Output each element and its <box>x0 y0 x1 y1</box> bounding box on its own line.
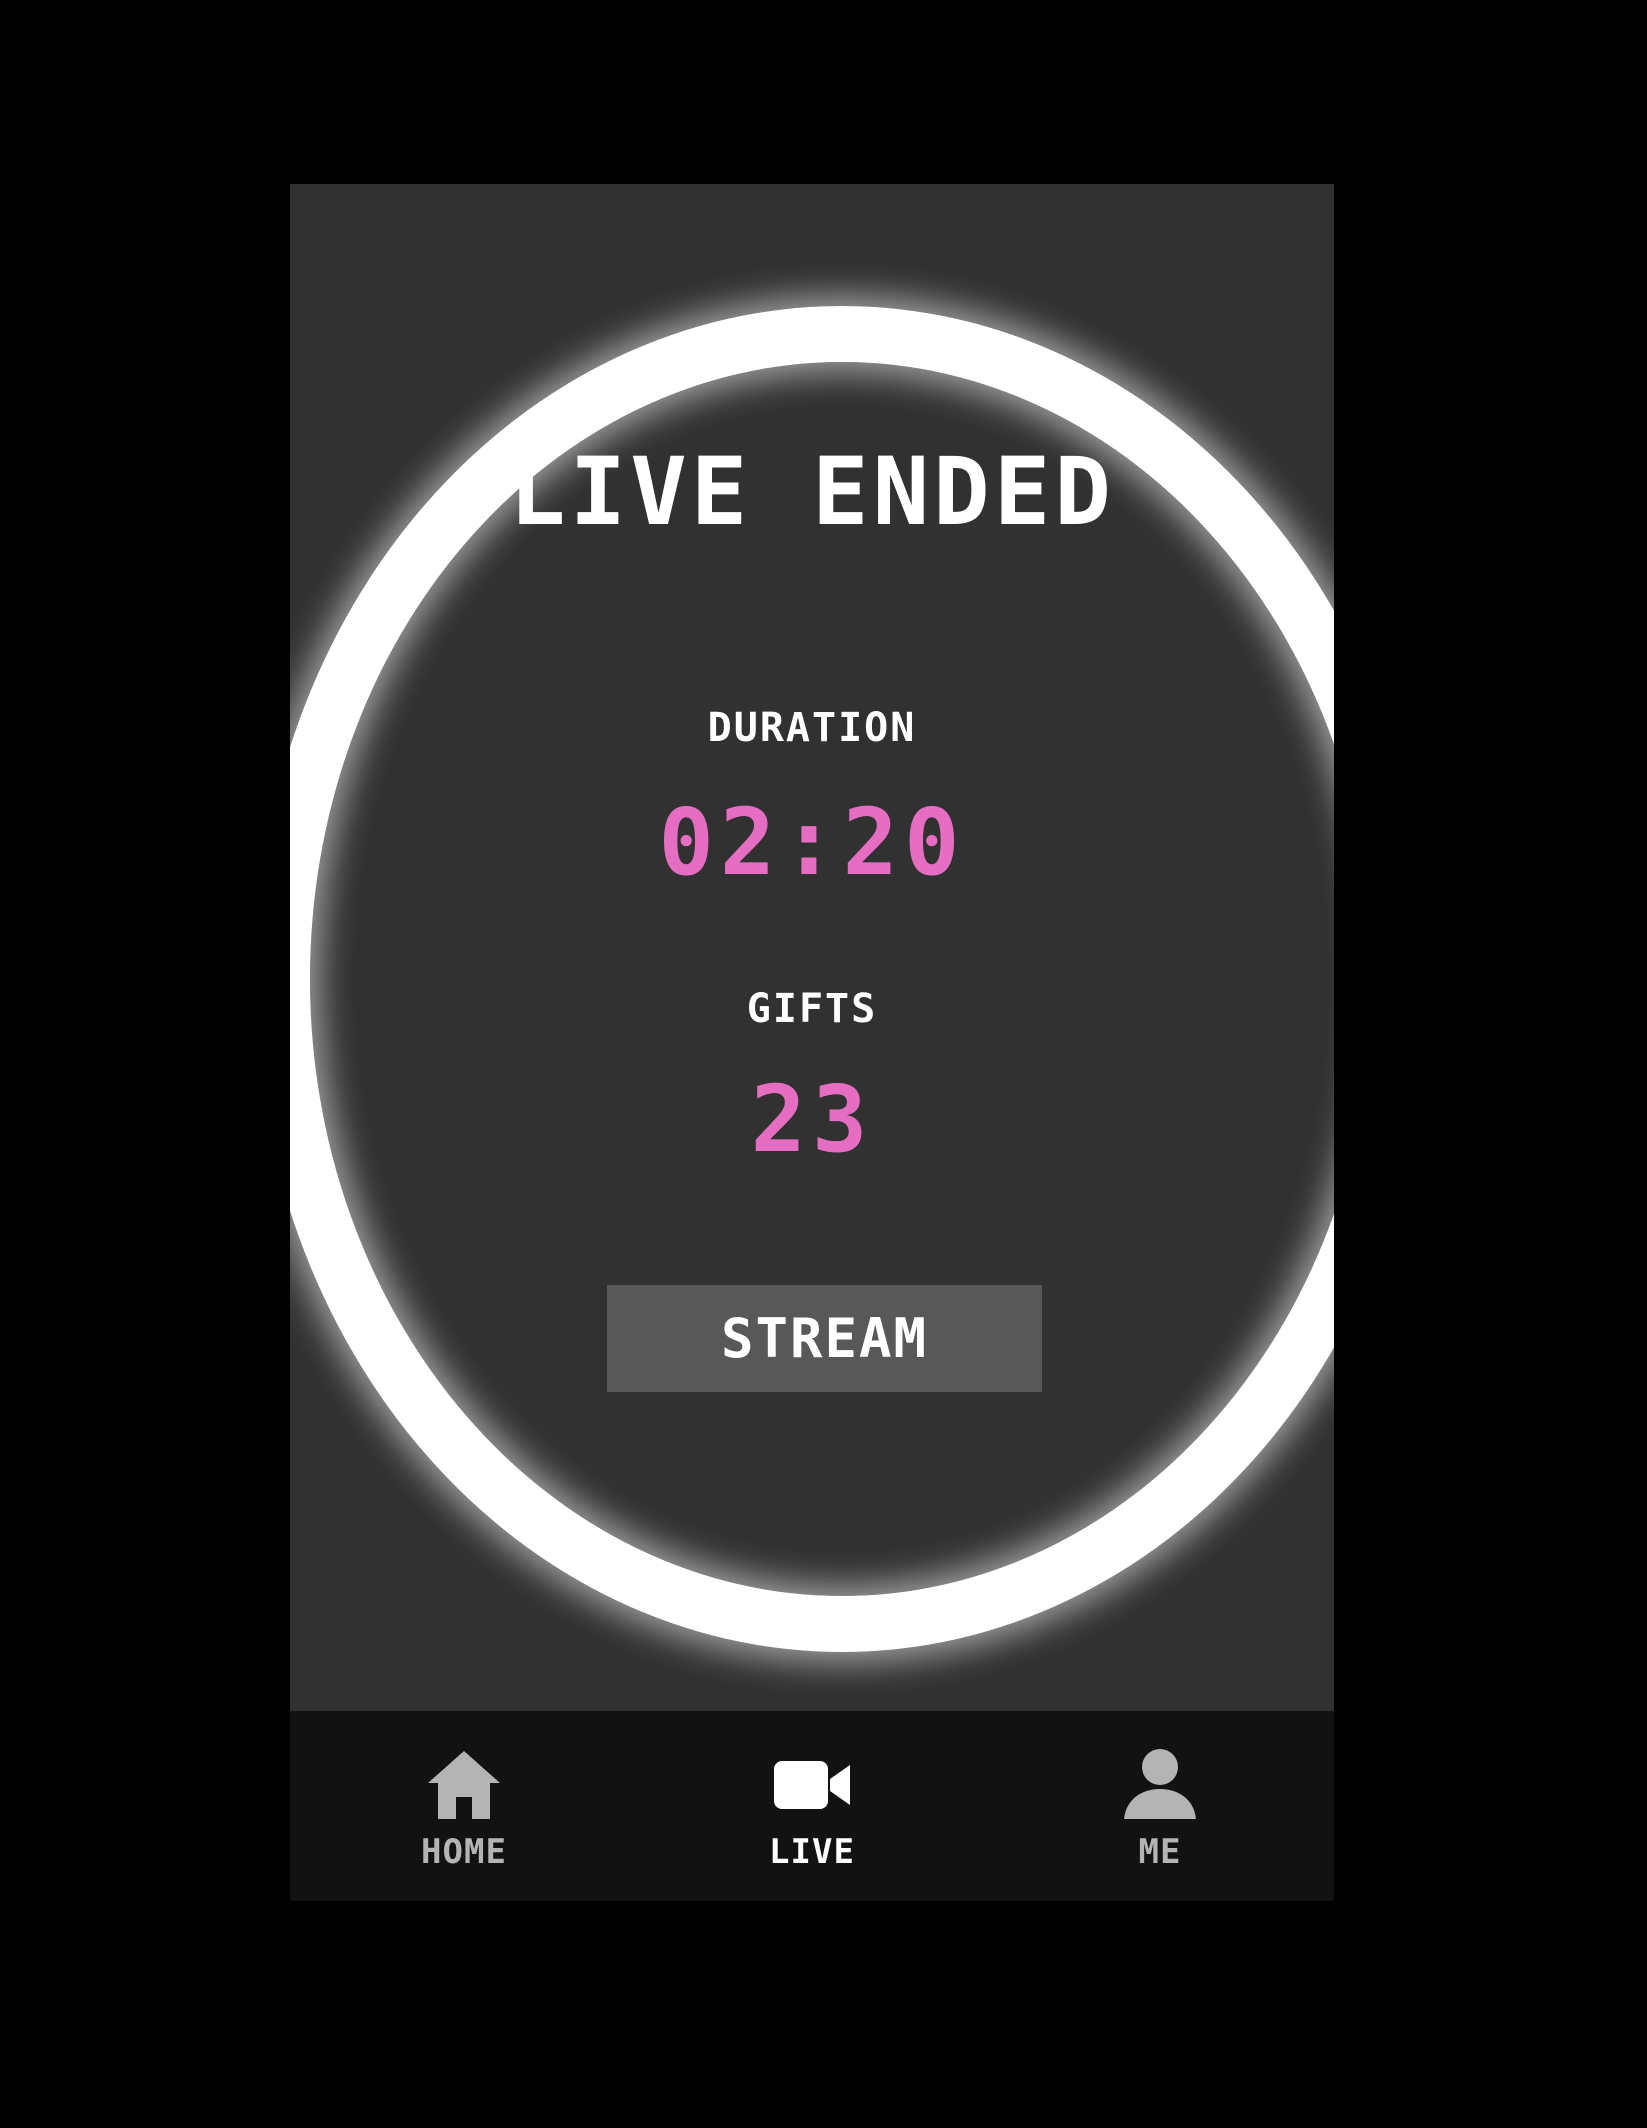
duration-value: 02:20 <box>658 789 966 896</box>
tab-home-label: HOME <box>421 1832 507 1872</box>
duration-label: DURATION <box>707 705 917 751</box>
live-ended-screen: LIVE ENDED DURATION 02:20 GIFTS 23 STREA… <box>290 184 1334 1901</box>
tab-live-label: LIVE <box>769 1832 855 1872</box>
tab-me[interactable]: ME <box>986 1711 1334 1901</box>
gifts-value: 23 <box>750 1066 874 1173</box>
tab-live[interactable]: LIVE <box>638 1711 986 1901</box>
page-title: LIVE ENDED <box>509 438 1115 547</box>
home-icon <box>428 1751 500 1819</box>
tab-me-label: ME <box>1138 1832 1182 1872</box>
tab-home[interactable]: HOME <box>290 1711 638 1901</box>
live-summary: LIVE ENDED DURATION 02:20 GIFTS 23 STREA… <box>290 184 1334 1711</box>
video-camera-icon <box>774 1761 850 1809</box>
bottom-tab-bar: HOME LIVE ME <box>290 1711 1334 1901</box>
person-icon <box>1124 1749 1196 1819</box>
gifts-label: GIFTS <box>746 986 878 1032</box>
stream-button[interactable]: STREAM <box>607 1285 1042 1392</box>
